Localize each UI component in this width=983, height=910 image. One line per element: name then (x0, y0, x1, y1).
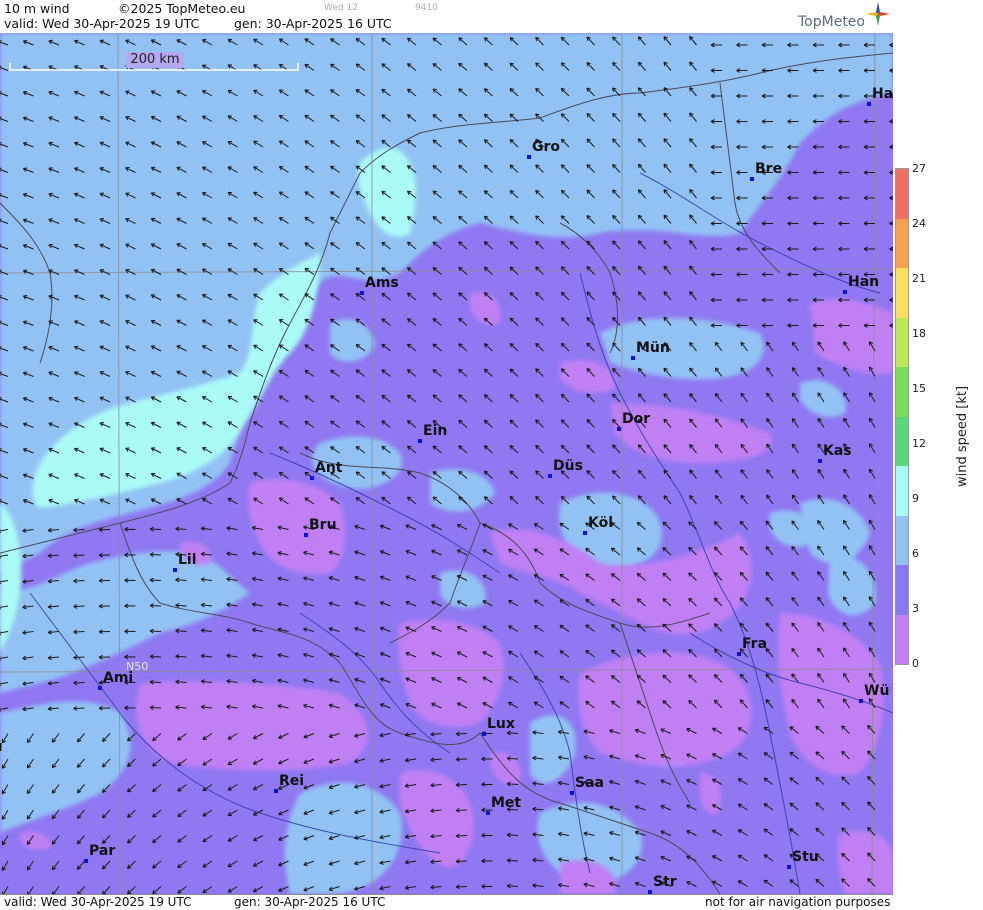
city-label: Bru (309, 517, 337, 533)
colorbar-tick-label: 12 (912, 437, 926, 450)
colorbar-tick-label: 21 (912, 272, 926, 285)
city-label: Ein (423, 423, 448, 439)
city-marker[interactable] (750, 177, 754, 181)
city-label: Met (491, 795, 522, 811)
footer-bar: valid: Wed 30-Apr-2025 19 UTC gen: 30-Ap… (0, 894, 893, 910)
colorbar-segment (896, 317, 908, 367)
city-marker[interactable] (737, 652, 741, 656)
colorbar-tick-label: 24 (912, 217, 926, 230)
disclaimer: not for air navigation purposes (705, 895, 891, 909)
colorbar-segment (896, 466, 908, 516)
footer-generated-time: gen: 30-Apr-2025 16 UTC (234, 895, 386, 909)
city-label: Lux (487, 716, 515, 732)
city-marker[interactable] (867, 102, 871, 106)
colorbar-segment (896, 367, 908, 417)
city-marker[interactable] (310, 476, 314, 480)
topmeteo-logo[interactable]: TopMeteo (798, 14, 865, 30)
city-label: Han (848, 274, 880, 290)
colorbar (895, 168, 909, 665)
city-marker[interactable] (548, 474, 552, 478)
colorbar-segment (896, 218, 908, 268)
colorbar-tick-label: 6 (912, 547, 919, 560)
city-label: Gro (532, 139, 561, 155)
city-label: ou (0, 739, 3, 755)
city-label: Wü (864, 683, 890, 699)
city-marker[interactable] (843, 290, 847, 294)
city-marker[interactable] (818, 459, 822, 463)
city-marker[interactable] (304, 533, 308, 537)
faint-code: 9410 (415, 3, 438, 13)
city-marker[interactable] (787, 865, 791, 869)
colorbar-segment (896, 169, 908, 219)
colorbar-tick-label: 27 (912, 162, 926, 175)
colorbar-segment (896, 565, 908, 615)
colorbar-tick-label: 9 (912, 492, 919, 505)
city-marker[interactable] (98, 686, 102, 690)
city-label: Lil (178, 552, 197, 568)
colorbar-tick-label: 3 (912, 602, 919, 615)
footer-valid-time: valid: Wed 30-Apr-2025 19 UTC (4, 895, 192, 909)
city-label: Köl (588, 515, 614, 531)
city-label: Dor (622, 411, 651, 427)
faint-day: Wed 12 (324, 3, 358, 13)
generated-time: gen: 30-Apr-2025 16 UTC (234, 16, 392, 31)
city-marker[interactable] (274, 789, 278, 793)
city-label: Mün (636, 340, 670, 356)
city-label: Str (653, 874, 677, 890)
city-marker[interactable] (527, 155, 531, 159)
product-title: 10 m wind (4, 1, 70, 16)
city-label: Düs (553, 458, 583, 474)
colorbar-tick-label: 15 (912, 382, 926, 395)
city-label: Ams (365, 275, 399, 291)
wind-map[interactable]: 200 km N50 Gro Bre Ha Ams Han Mün Dor Ein Kas Ant… (0, 33, 893, 894)
city-label: Fra (742, 636, 768, 652)
colorbar-segment (896, 416, 908, 466)
city-label: Ha (872, 86, 893, 102)
city-label: Stu (792, 849, 819, 865)
city-marker[interactable] (617, 427, 621, 431)
city-label: Saa (575, 775, 604, 791)
city-label: Rei (279, 773, 305, 789)
city-marker[interactable] (570, 791, 574, 795)
header-bar: 10 m wind ©2025 TopMeteo.eu valid: Wed 3… (0, 0, 893, 34)
city-label: Bre (755, 161, 783, 177)
city-marker[interactable] (360, 291, 364, 295)
city-marker[interactable] (631, 356, 635, 360)
colorbar-segment (896, 268, 908, 318)
city-marker[interactable] (482, 732, 486, 736)
colorbar-tick-label: 0 (912, 657, 919, 670)
colorbar-title: wind speed [kt] (955, 385, 970, 487)
city-marker[interactable] (418, 439, 422, 443)
city-label: Kas (823, 443, 852, 459)
compass-star-icon (866, 2, 890, 26)
colorbar-segment (896, 515, 908, 565)
colorbar-segment (896, 614, 908, 664)
city-marker[interactable] (486, 811, 490, 815)
scale-label: 200 km (126, 52, 184, 68)
city-marker[interactable] (173, 568, 177, 572)
city-marker[interactable] (84, 859, 88, 863)
city-label: Par (89, 843, 116, 859)
city-marker[interactable] (859, 699, 863, 703)
city-label: Ant (315, 460, 343, 476)
valid-time: valid: Wed 30-Apr-2025 19 UTC (4, 16, 200, 31)
city-marker[interactable] (583, 531, 587, 535)
colorbar-tick-label: 18 (912, 327, 926, 340)
city-label: Ami (103, 670, 134, 686)
copyright: ©2025 TopMeteo.eu (118, 1, 246, 16)
